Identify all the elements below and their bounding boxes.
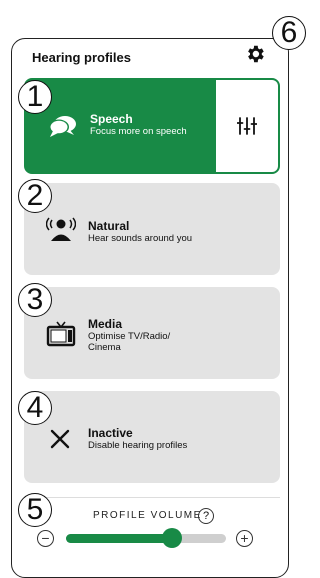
profile-title: Speech — [90, 112, 133, 126]
help-icon[interactable]: ? — [198, 508, 214, 524]
profile-subtitle: Focus more on speech — [90, 126, 187, 137]
person-sound-icon — [46, 217, 76, 241]
callout-5: 5 — [18, 493, 52, 527]
profile-volume-label: PROFILE VOLUME — [93, 510, 202, 521]
volume-increase-button[interactable]: + — [236, 530, 253, 547]
callout-1: 1 — [18, 80, 52, 114]
equalizer-icon — [237, 117, 257, 135]
profile-subtitle-line2: Cinema — [88, 342, 121, 353]
callout-2: 2 — [18, 179, 52, 213]
profile-subtitle: Disable hearing profiles — [88, 440, 188, 451]
gear-icon[interactable] — [244, 43, 266, 65]
profile-card-natural[interactable]: Natural Hear sounds around you — [24, 183, 280, 275]
divider — [24, 497, 280, 498]
callout-3: 3 — [18, 283, 52, 317]
callout-6: 6 — [272, 16, 306, 50]
volume-decrease-button[interactable]: − — [37, 530, 54, 547]
page-title: Hearing profiles — [32, 50, 131, 65]
profile-card-inactive[interactable]: Inactive Disable hearing profiles — [24, 391, 280, 483]
close-icon — [50, 429, 70, 449]
profile-subtitle-line1: Optimise TV/Radio/ — [88, 331, 171, 342]
profile-title: Inactive — [88, 426, 133, 440]
profile-card-speech[interactable]: Speech Focus more on speech — [24, 78, 280, 174]
profile-subtitle: Hear sounds around you — [88, 233, 193, 244]
callout-4: 4 — [18, 391, 52, 425]
volume-slider-fill — [66, 534, 172, 543]
equalizer-button[interactable] — [216, 80, 278, 172]
profile-title: Media — [88, 317, 123, 331]
speech-bubbles-icon — [49, 116, 76, 137]
tv-icon — [46, 321, 76, 347]
profile-title: Natural — [88, 219, 130, 233]
profile-card-media[interactable]: Media Optimise TV/Radio/ Cinema — [24, 287, 280, 379]
volume-slider-thumb[interactable] — [162, 528, 182, 548]
